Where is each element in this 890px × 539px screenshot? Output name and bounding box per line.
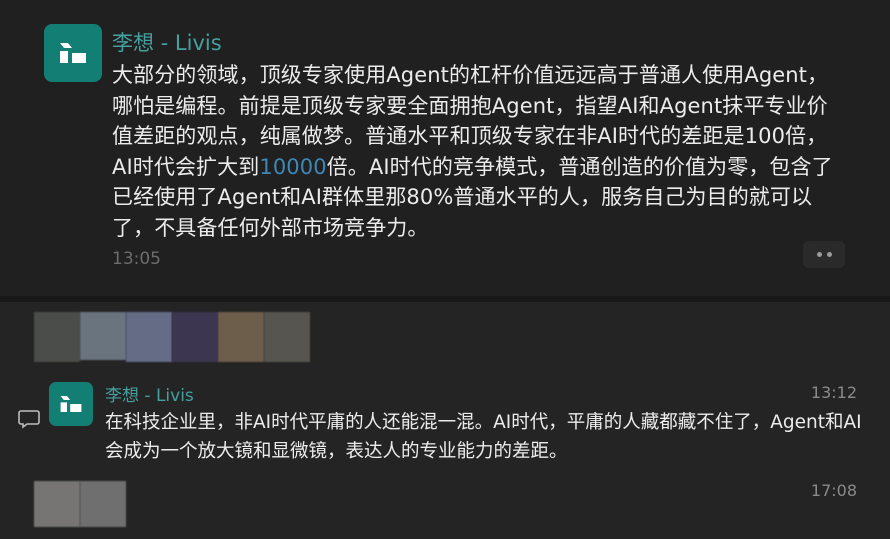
sender-name[interactable]: 李想 - Livis: [112, 27, 222, 57]
blurred-image: [34, 481, 80, 527]
logo-icon: [60, 396, 82, 412]
blurred-image: [264, 312, 310, 362]
logo-icon: [60, 43, 86, 63]
message-card-1: 李想 - Livis 大部分的领域，顶级专家使用Agent的杠杆价值远远高于普通…: [0, 0, 890, 296]
comment-icon[interactable]: [18, 409, 40, 429]
sender-name[interactable]: 李想 - Livis: [105, 381, 194, 406]
avatar[interactable]: [44, 24, 102, 82]
more-dots-icon: [816, 252, 822, 257]
more-dots-icon: [826, 252, 832, 257]
more-options-button[interactable]: [803, 241, 845, 268]
highlighted-number[interactable]: 10000: [259, 155, 326, 179]
message-text: 大部分的领域，顶级专家使用Agent的杠杆价值远远高于普通人使用Agent，哪怕…: [112, 60, 837, 244]
blurred-image: [80, 481, 126, 527]
message-time: 17:08: [810, 481, 857, 500]
blurred-avatar-row: [34, 481, 126, 527]
avatar[interactable]: [49, 382, 93, 426]
message-time: 13:12: [810, 383, 857, 402]
blurred-image: [34, 312, 80, 362]
message-time: 13:05: [112, 249, 161, 269]
blurred-image: [172, 312, 218, 362]
blurred-image: [126, 312, 172, 362]
blurred-reactions-row: [34, 312, 310, 362]
blurred-image: [218, 312, 264, 362]
message-text: 在科技企业里，非AI时代平庸的人还能混一混。AI时代，平庸的人藏都藏不住了，Ag…: [105, 412, 862, 462]
blurred-image: [80, 312, 126, 360]
